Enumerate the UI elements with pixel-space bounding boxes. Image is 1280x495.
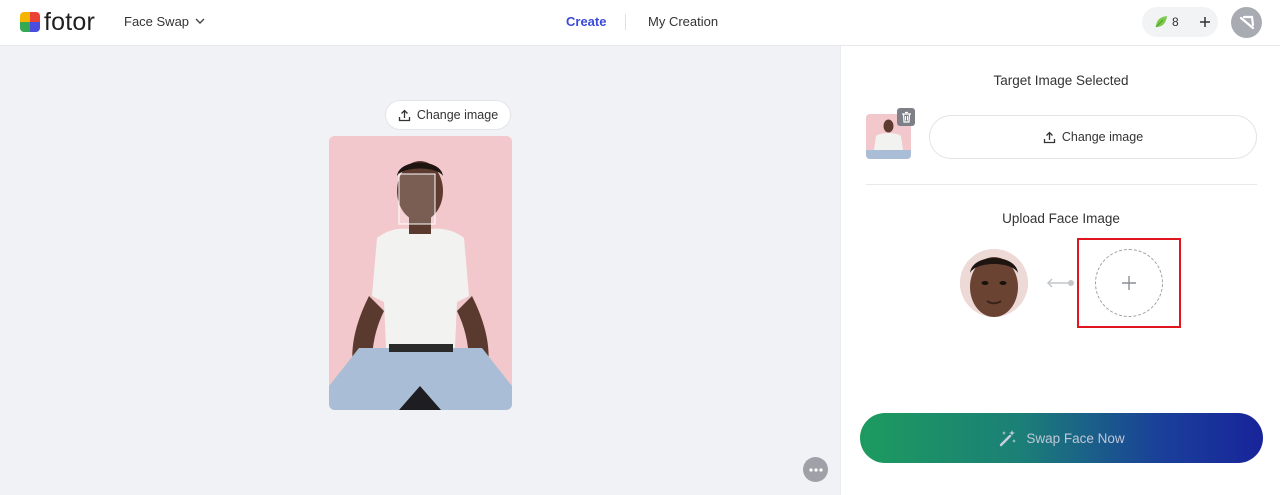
target-section-title: Target Image Selected [993,73,1129,88]
fotor-logo[interactable]: fotor [20,8,96,36]
more-dots-icon [808,467,823,472]
trash-icon [901,111,911,123]
change-image-button[interactable]: Change image [385,100,511,130]
swap-arrow-icon [1046,278,1074,288]
upload-face-slot[interactable] [1077,238,1181,328]
upload-section-title: Upload Face Image [1002,211,1120,226]
tab-create[interactable]: Create [566,14,606,29]
brand-name: fotor [44,8,96,36]
user-placeholder-icon [1239,15,1254,29]
credits-badge[interactable]: 8 [1142,7,1218,37]
upload-face-button[interactable] [1095,249,1163,317]
right-panel: Target Image Selected Change image Uploa… [840,46,1280,495]
add-credits-button[interactable] [1194,11,1216,33]
chevron-down-icon [195,18,205,24]
nav-divider [625,14,626,30]
swap-face-now-button[interactable]: Swap Face Now [860,413,1263,463]
magic-wand-icon [1000,430,1017,447]
plus-icon [1122,276,1136,290]
section-divider [866,184,1257,185]
leaf-icon [1155,16,1167,28]
swap-face-label: Swap Face Now [1026,430,1125,446]
delete-target-button[interactable] [897,108,915,126]
change-target-image-button[interactable]: Change image [929,115,1257,159]
plus-icon [1200,17,1210,27]
logo-icon [20,12,40,32]
upload-icon [1043,131,1055,143]
more-options-button[interactable] [803,457,828,482]
change-image-label: Change image [1061,130,1144,144]
target-photo [329,136,512,410]
credits-count: 8 [1172,15,1179,29]
top-header: fotor Face Swap Create My Creation 8 [0,0,1280,46]
product-label: Face Swap [124,14,190,29]
change-image-label: Change image [416,108,499,122]
editor-canvas: Change image [0,46,840,495]
product-dropdown[interactable]: Face Swap [124,14,205,29]
detected-face-thumbnail[interactable] [960,249,1028,317]
tab-my-creation[interactable]: My Creation [648,14,718,29]
upload-icon [398,109,410,121]
user-avatar[interactable] [1231,7,1262,38]
